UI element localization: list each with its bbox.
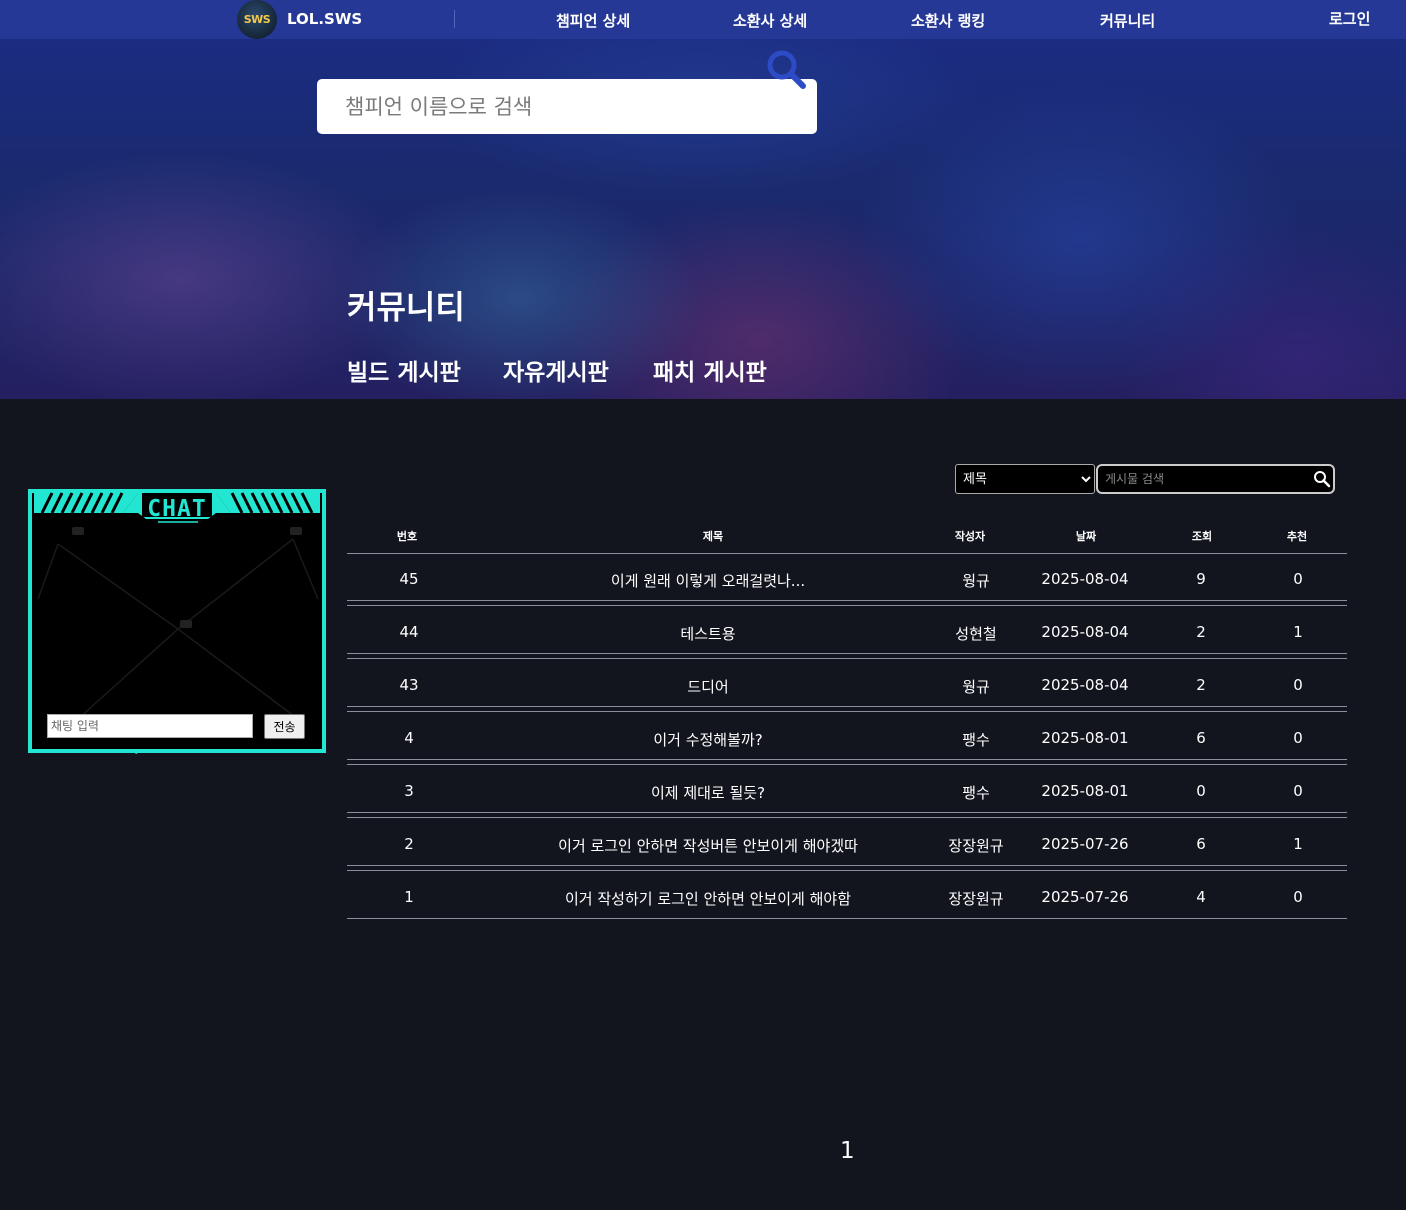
post-title[interactable]: 이거 작성하기 로그인 안하면 안보이게 해야함 xyxy=(565,888,851,909)
post-number: 4 xyxy=(404,729,414,747)
post-author: 팽수 xyxy=(962,784,990,802)
post-views: 6 xyxy=(1196,835,1206,853)
post-author: 웡규 xyxy=(962,678,990,696)
tab-free-board[interactable]: 자유게시판 xyxy=(503,353,609,387)
row-divider xyxy=(347,764,1347,765)
post-number: 45 xyxy=(399,570,419,588)
post-author: 장장원규 xyxy=(948,890,1004,908)
post-likes: 0 xyxy=(1293,676,1303,694)
post-likes: 0 xyxy=(1293,888,1303,906)
post-search-input[interactable] xyxy=(1105,469,1305,489)
post-title[interactable]: 이거 로그인 안하면 작성버튼 안보이게 해야겠따 xyxy=(558,835,858,856)
post-title[interactable]: 이게 원래 이렇게 오래걸렷나... xyxy=(611,570,805,591)
col-header-title: 제목 xyxy=(702,530,724,543)
nav-community[interactable]: 커뮤니티 xyxy=(1100,10,1155,31)
chat-title: CHAT xyxy=(147,496,207,522)
row-divider xyxy=(347,870,1347,871)
table-row[interactable]: 2 이거 로그인 안하면 작성버튼 안보이게 해야겠따 장장원규 2025-07… xyxy=(347,820,1347,867)
post-date: 2025-07-26 xyxy=(1041,888,1129,906)
nav-divider xyxy=(454,10,455,28)
pagination-page[interactable]: 1 xyxy=(840,1138,855,1164)
post-views: 2 xyxy=(1196,623,1206,641)
row-divider xyxy=(347,812,1347,813)
header-divider xyxy=(347,553,1347,554)
row-divider xyxy=(347,605,1347,606)
post-likes: 0 xyxy=(1293,570,1303,588)
chat-input[interactable] xyxy=(47,714,253,738)
post-title[interactable]: 이거 수정해볼까? xyxy=(653,729,762,750)
post-likes: 1 xyxy=(1293,835,1303,853)
tab-build-board[interactable]: 빌드 게시판 xyxy=(347,353,461,387)
post-views: 9 xyxy=(1196,570,1206,588)
chat-panel: CHAT 전송 ⌄ xyxy=(28,489,326,757)
logo-text: SWS xyxy=(243,13,271,26)
post-search-box xyxy=(1096,464,1335,494)
chevron-down-icon[interactable]: ⌄ xyxy=(132,746,140,757)
col-header-likes: 추천 xyxy=(1286,530,1308,543)
search-filter-select[interactable]: 제목 xyxy=(955,464,1095,494)
site-name[interactable]: LOL.SWS xyxy=(287,10,362,28)
table-row[interactable]: 4 이거 수정해볼까? 팽수 2025-08-01 6 0 xyxy=(347,714,1347,761)
chat-send-button[interactable]: 전송 xyxy=(264,714,305,739)
post-title[interactable]: 드디어 xyxy=(687,676,728,697)
post-author: 장장원규 xyxy=(948,837,1004,855)
row-divider xyxy=(347,600,1347,601)
post-author: 웡규 xyxy=(962,572,990,590)
row-divider xyxy=(347,865,1347,866)
hero-banner: 커뮤니티 빌드 게시판 자유게시판 패치 게시판 xyxy=(0,39,1406,399)
table-row[interactable]: 43 드디어 웡규 2025-08-04 2 0 xyxy=(347,661,1347,708)
col-header-no: 번호 xyxy=(396,530,418,543)
table-row[interactable]: 3 이제 제대로 될듯? 팽수 2025-08-01 0 0 xyxy=(347,767,1347,814)
post-number: 44 xyxy=(399,623,419,641)
post-author: 팽수 xyxy=(962,731,990,749)
search-icon[interactable] xyxy=(764,47,808,91)
post-date: 2025-08-01 xyxy=(1041,782,1129,800)
row-divider xyxy=(347,817,1347,818)
post-date: 2025-08-04 xyxy=(1041,570,1129,588)
row-divider xyxy=(347,706,1347,707)
row-divider xyxy=(347,759,1347,760)
post-title[interactable]: 테스트용 xyxy=(680,623,735,644)
champion-search-input[interactable] xyxy=(345,89,745,124)
post-views: 2 xyxy=(1196,676,1206,694)
nav-summoner-ranking[interactable]: 소환사 랭킹 xyxy=(911,10,985,31)
row-divider xyxy=(347,918,1347,919)
row-divider xyxy=(347,658,1347,659)
post-likes: 0 xyxy=(1293,782,1303,800)
login-link[interactable]: 로그인 xyxy=(1329,8,1370,29)
post-likes: 1 xyxy=(1293,623,1303,641)
post-views: 4 xyxy=(1196,888,1206,906)
post-date: 2025-08-01 xyxy=(1041,729,1129,747)
nav-champion-detail[interactable]: 챔피언 상세 xyxy=(556,10,630,31)
col-header-views: 조회 xyxy=(1191,530,1213,543)
champion-search-box xyxy=(317,79,817,134)
post-title[interactable]: 이제 제대로 될듯? xyxy=(651,782,765,803)
table-row[interactable]: 44 테스트용 성현철 2025-08-04 2 1 xyxy=(347,608,1347,655)
col-header-date: 날짜 xyxy=(1075,530,1097,543)
page-title: 커뮤니티 xyxy=(347,288,465,326)
post-date: 2025-08-04 xyxy=(1041,676,1129,694)
logo[interactable]: SWS xyxy=(237,0,277,39)
table-row[interactable]: 45 이게 원래 이렇게 오래걸렷나... 웡규 2025-08-04 9 0 xyxy=(347,555,1347,602)
post-likes: 0 xyxy=(1293,729,1303,747)
row-divider xyxy=(347,653,1347,654)
post-date: 2025-07-26 xyxy=(1041,835,1129,853)
post-views: 6 xyxy=(1196,729,1206,747)
col-header-author: 작성자 xyxy=(954,530,986,543)
post-author: 성현철 xyxy=(955,625,997,643)
post-search-icon[interactable] xyxy=(1313,470,1331,488)
post-number: 43 xyxy=(399,676,419,694)
top-navbar: SWS LOL.SWS 챔피언 상세 소환사 상세 소환사 랭킹 커뮤니티 로그… xyxy=(0,0,1406,39)
row-divider xyxy=(347,711,1347,712)
table-row[interactable]: 1 이거 작성하기 로그인 안하면 안보이게 해야함 장장원규 2025-07-… xyxy=(347,873,1347,920)
post-date: 2025-08-04 xyxy=(1041,623,1129,641)
post-number: 1 xyxy=(404,888,414,906)
post-views: 0 xyxy=(1196,782,1206,800)
nav-summoner-detail[interactable]: 소환사 상세 xyxy=(733,10,807,31)
post-number: 3 xyxy=(404,782,414,800)
tab-patch-board[interactable]: 패치 게시판 xyxy=(653,353,767,387)
post-number: 2 xyxy=(404,835,414,853)
